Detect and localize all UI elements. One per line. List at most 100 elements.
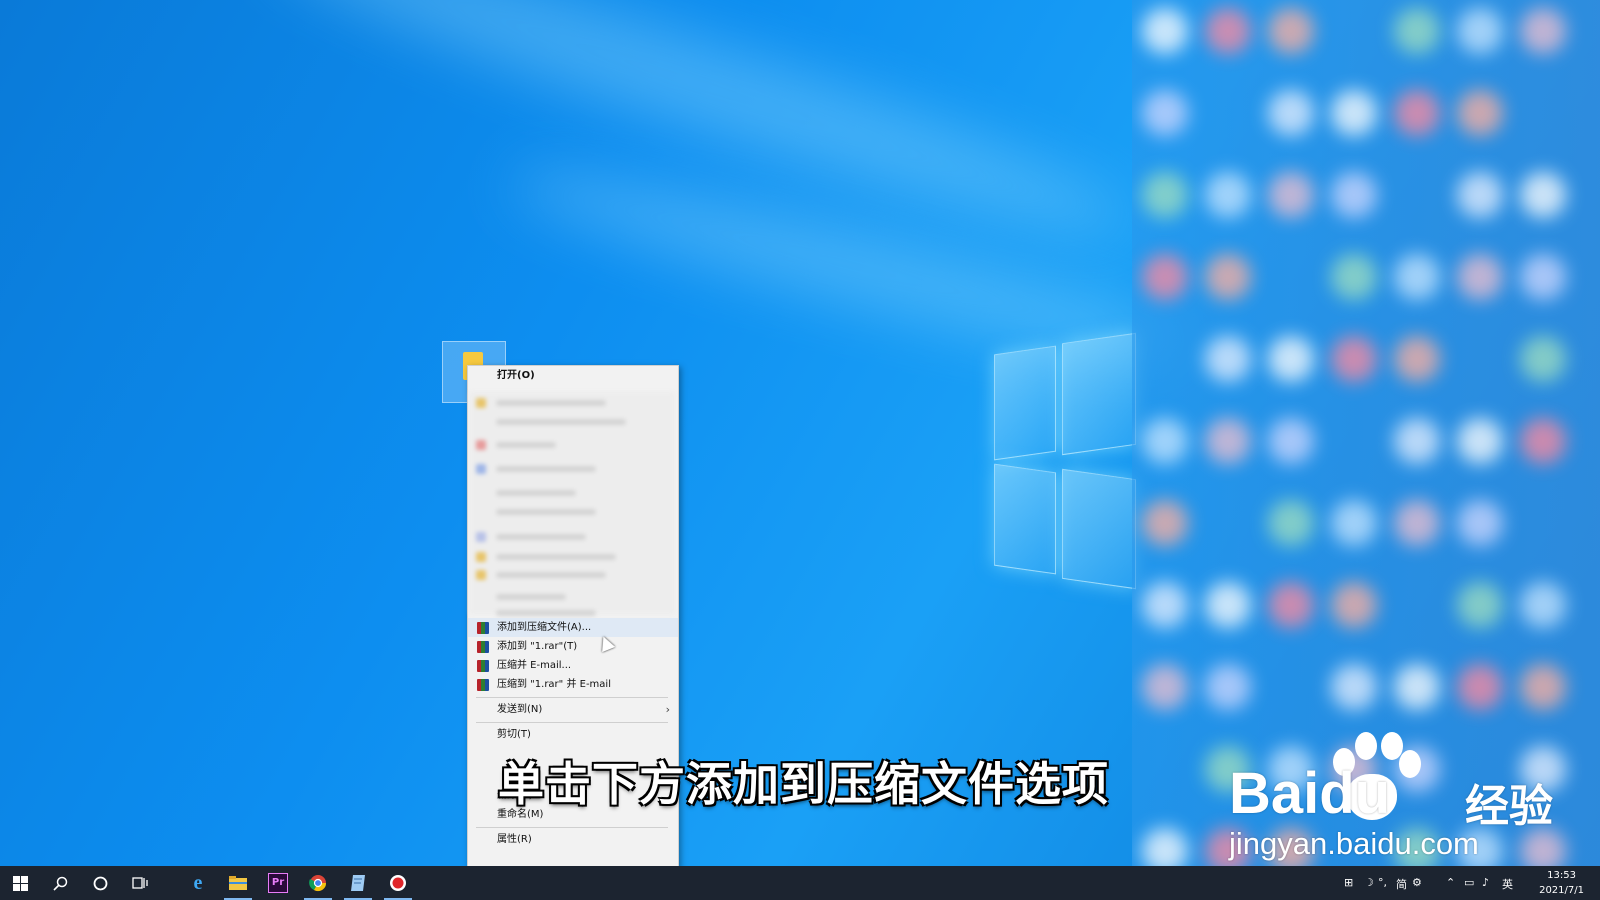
premiere-icon: Pr (268, 873, 288, 893)
ime-mode[interactable]: 简 (1396, 876, 1407, 892)
blurred-desktop-icon (1457, 90, 1503, 136)
blurred-desktop-icon (1394, 90, 1440, 136)
blurred-desktop-icon (1142, 664, 1188, 710)
blurred-desktop-icon (1142, 254, 1188, 300)
menu-item-open-label: 打开(O) (497, 370, 535, 381)
menu-item-add-to-archive[interactable]: 添加到压缩文件(A)... (468, 618, 678, 637)
blurred-desktop-icon (1331, 582, 1377, 628)
blurred-desktop-icon (1205, 8, 1251, 54)
blurred-desktop-icon (1142, 172, 1188, 218)
blurred-desktop-icon (1457, 254, 1503, 300)
menu-item-compress-email-label: 压缩并 E-mail... (497, 660, 572, 671)
blurred-menu-items (470, 392, 674, 616)
blurred-desktop-icon (1457, 500, 1503, 546)
watermark-brand: Baidu (1229, 761, 1391, 826)
blurred-desktop-icon (1205, 664, 1251, 710)
blurred-desktop-icon (1268, 8, 1314, 54)
blurred-desktop-icon (1268, 336, 1314, 382)
blurred-desktop-icon (1142, 8, 1188, 54)
menu-item-open[interactable]: 打开(O) (468, 366, 678, 385)
network-icon[interactable]: ▭ (1464, 876, 1474, 889)
blurred-desktop-icon (1520, 8, 1566, 54)
task-view-button[interactable] (120, 866, 160, 900)
search-icon (52, 876, 67, 891)
clock[interactable]: 13:53 2021/7/1 (1539, 868, 1584, 898)
blurred-desktop-icon (1520, 582, 1566, 628)
winrar-icon (477, 622, 489, 634)
menu-item-add-to-rar[interactable]: 添加到 "1.rar"(T) (468, 637, 678, 656)
blurred-desktop-icon (1394, 336, 1440, 382)
menu-separator (476, 697, 668, 698)
blurred-desktop-icon (1394, 500, 1440, 546)
windows-logo (994, 332, 1136, 590)
blurred-desktop-icon (1331, 500, 1377, 546)
search-button[interactable] (40, 866, 80, 900)
menu-item-properties[interactable]: 属性(R) (468, 830, 678, 849)
blurred-desktop-icon (1331, 664, 1377, 710)
taskbar: e Pr ⊞ ☽ °, 简 ⚙ ⌃ ▭ ♪ 英 13:53 2021/7/1 (0, 866, 1600, 900)
volume-icon[interactable]: ♪ (1482, 876, 1489, 889)
blurred-desktop-icon (1394, 418, 1440, 464)
blurred-desktop-icon (1268, 500, 1314, 546)
menu-item-add-to-archive-label: 添加到压缩文件(A)... (497, 622, 592, 633)
chevron-up-icon[interactable]: ⌃ (1446, 876, 1455, 889)
blurred-desktop-icon (1394, 664, 1440, 710)
blurred-desktop-icon (1331, 172, 1377, 218)
menu-item-cut-label: 剪切(T) (497, 729, 531, 740)
menu-item-send-to-label: 发送到(N) (497, 704, 543, 715)
menu-item-compress-email[interactable]: 压缩并 E-mail... (468, 656, 678, 675)
blurred-desktop-icon (1394, 8, 1440, 54)
blurred-desktop-icon (1205, 582, 1251, 628)
blurred-desktop-icon (1268, 418, 1314, 464)
blurred-desktop-icon (1268, 582, 1314, 628)
blurred-desktop-icon (1331, 254, 1377, 300)
blurred-desktop-icon (1142, 500, 1188, 546)
file-explorer-button[interactable] (218, 866, 258, 900)
blurred-desktop-icon (1268, 172, 1314, 218)
blurred-desktop-icon (1520, 336, 1566, 382)
cortana-icon (93, 876, 107, 890)
blurred-desktop-icon (1520, 664, 1566, 710)
blurred-desktop-icon (1142, 418, 1188, 464)
winrar-icon (477, 660, 489, 672)
chrome-icon (309, 875, 327, 892)
menu-separator (476, 722, 668, 723)
watermark-brand-cn: 经验 (1465, 781, 1553, 832)
menu-item-send-to[interactable]: 发送到(N) › (468, 700, 678, 719)
video-caption: 单击下方添加到压缩文件选项 (498, 757, 1109, 811)
keyboard-grid-icon[interactable]: ⊞ (1344, 876, 1353, 889)
record-button[interactable] (378, 866, 418, 900)
watermark-domain: jingyan.baidu.com (1229, 826, 1479, 861)
punctuation-icon[interactable]: °, (1378, 876, 1387, 889)
blurred-desktop-icon (1520, 418, 1566, 464)
edge-button[interactable]: e (178, 866, 218, 900)
menu-item-properties-label: 属性(R) (497, 834, 532, 845)
blurred-desktop-icon (1394, 254, 1440, 300)
menu-item-compress-rar-email[interactable]: 压缩到 "1.rar" 并 E-mail (468, 675, 678, 694)
menu-item-cut[interactable]: 剪切(T) (468, 725, 678, 744)
gear-icon[interactable]: ⚙ (1412, 876, 1422, 889)
blurred-desktop-icon (1205, 254, 1251, 300)
blurred-desktop-icon (1268, 90, 1314, 136)
file-explorer-icon (229, 876, 247, 890)
cortana-button[interactable] (80, 866, 120, 900)
notepad-button[interactable] (338, 866, 378, 900)
menu-item-add-to-rar-label: 添加到 "1.rar"(T) (497, 641, 578, 652)
blurred-desktop-icon (1457, 172, 1503, 218)
winrar-icon (477, 641, 489, 653)
chrome-button[interactable] (298, 866, 338, 900)
blurred-desktop-icon (1205, 172, 1251, 218)
system-tray: ⊞ ☽ °, 简 ⚙ ⌃ ▭ ♪ 英 13:53 2021/7/1 (1300, 866, 1600, 900)
premiere-button[interactable]: Pr (258, 866, 298, 900)
blurred-desktop-icon (1457, 418, 1503, 464)
desktop: 打开(O) 添加到压缩文件(A)... 添加到 "1.rar"(T) 压缩并 E… (0, 0, 1600, 866)
language-indicator[interactable]: 英 (1502, 876, 1513, 892)
blurred-desktop-icon (1331, 336, 1377, 382)
start-button[interactable] (0, 866, 40, 900)
record-icon (390, 875, 406, 891)
windows-start-icon (12, 875, 28, 891)
blurred-desktop-icon (1142, 582, 1188, 628)
blurred-desktop-icon (1142, 828, 1188, 866)
moon-icon[interactable]: ☽ (1364, 876, 1374, 889)
notepad-icon (351, 875, 365, 891)
